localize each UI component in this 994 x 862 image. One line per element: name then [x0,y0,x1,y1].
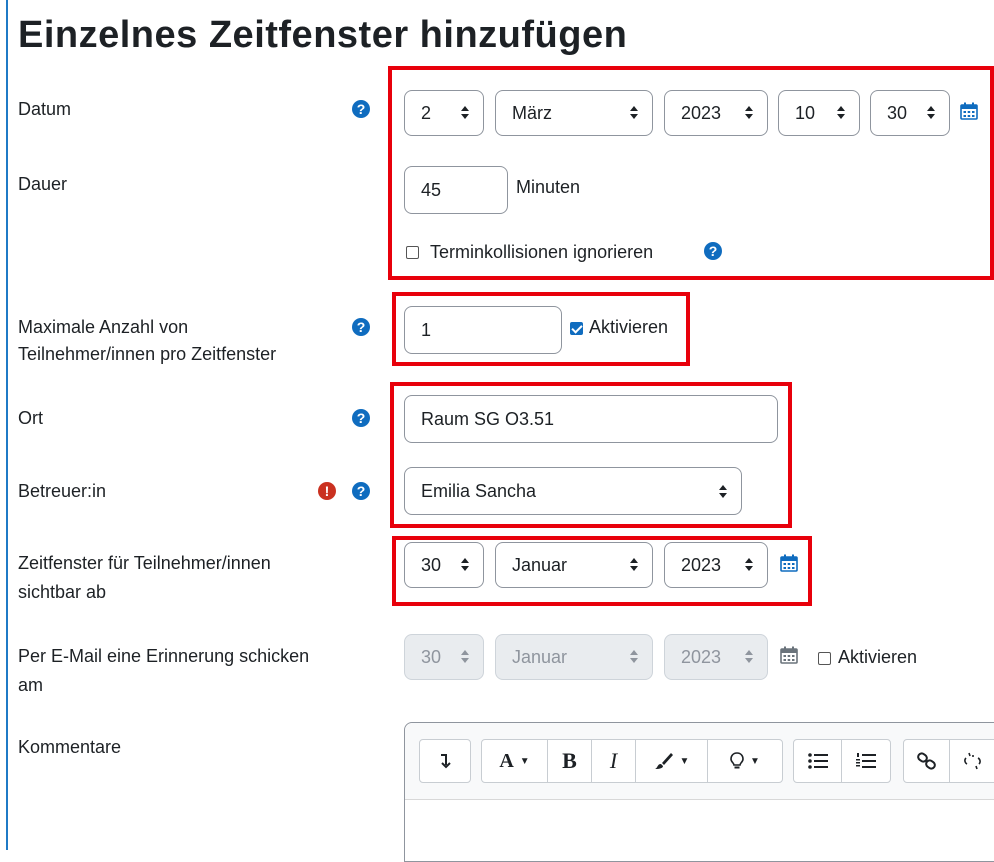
visible-from-year-select[interactable]: 2023 [664,542,768,588]
max-participants-enable-label: Aktivieren [589,317,669,337]
date-minute-select[interactable]: 30 [870,90,950,136]
unlink-button[interactable] [950,740,994,782]
font-color-button[interactable]: A ▼ [482,740,548,782]
max-participants-label-line1: Maximale Anzahl von [18,317,189,337]
ignore-conflicts-help-icon[interactable]: ? [704,242,722,260]
required-icon: ! [318,482,336,500]
date-label: Datum [18,99,72,119]
unordered-list-icon [807,753,828,769]
toolbar-group-collapse [419,739,471,783]
ignore-conflicts-checkbox[interactable] [406,246,419,259]
reminder-month-select[interactable]: Januar [495,634,653,680]
visible-from-label-line2: sichtbar ab [18,582,107,602]
reminder-label-line1: Per E-Mail eine Erinnerung schicken [18,646,310,666]
chevron-updown-icon [461,557,469,573]
link-icon [916,752,936,770]
chevron-updown-icon [745,557,753,573]
location-label: Ort [18,408,43,428]
max-participants-label-line2: Teilnehmer/innen pro Zeitfenster [18,344,277,364]
max-participants-input[interactable]: 1 [404,306,562,354]
editor-toolbar: A ▼ B I ▼ ▼ [405,723,994,800]
visible-from-month-select[interactable]: Januar [495,542,653,588]
reminder-year-select[interactable]: 2023 [664,634,768,680]
max-participants-enable-checkbox[interactable] [570,322,583,335]
calendar-icon[interactable] [780,646,798,664]
toolbar-group-lists [793,739,891,783]
page-left-edge [6,0,8,850]
date-month-select[interactable]: März [495,90,653,136]
chevron-updown-icon [745,649,753,665]
ignore-conflicts-label: Terminkollisionen ignorieren [430,242,654,262]
unordered-list-button[interactable] [794,740,842,782]
chevron-updown-icon [630,557,638,573]
chevron-updown-icon [461,649,469,665]
calendar-icon[interactable] [780,554,798,572]
comments-editor[interactable]: A ▼ B I ▼ ▼ [404,722,994,862]
collapse-toolbar-button[interactable] [420,740,470,782]
toolbar-group-format: A ▼ B I ▼ ▼ [481,739,783,783]
page-title: Einzelnes Zeitfenster hinzufügen [18,14,628,56]
calendar-icon[interactable] [960,102,978,120]
unlink-icon [964,752,981,770]
caret-down-icon: ▼ [750,755,760,767]
chevron-updown-icon [837,105,845,121]
chevron-updown-icon [630,649,638,665]
paintbrush-icon [654,753,673,769]
date-hour-select[interactable]: 10 [778,90,860,136]
supervisor-label: Betreuer:in [18,481,107,501]
chevron-updown-icon [745,105,753,121]
visible-from-label-line1: Zeitfenster für Teilnehmer/innen [18,553,271,573]
chevron-updown-icon [461,105,469,121]
link-button[interactable] [904,740,950,782]
reminder-enable-label: Aktivieren [838,647,918,667]
reminder-enable-checkbox[interactable] [818,652,831,665]
lightbulb-icon [730,752,744,769]
duration-input[interactable]: 45 [404,166,508,214]
arrow-down-icon [441,754,451,769]
styles-button[interactable]: ▼ [708,740,782,782]
date-day-select[interactable]: 2 [404,90,484,136]
chevron-updown-icon [630,105,638,121]
chevron-updown-icon [719,484,727,500]
bold-button[interactable]: B [548,740,592,782]
ordered-list-button[interactable] [842,740,890,782]
chevron-updown-icon [927,105,935,121]
visible-from-day-select[interactable]: 30 [404,542,484,588]
duration-unit: Minuten [516,177,581,197]
caret-down-icon: ▼ [679,755,690,767]
duration-label: Dauer [18,174,68,194]
date-year-select[interactable]: 2023 [664,90,768,136]
italic-button[interactable]: I [592,740,636,782]
caret-down-icon: ▼ [519,755,530,767]
reminder-day-select[interactable]: 30 [404,634,484,680]
reminder-label-line2: am [18,675,44,695]
date-help-icon[interactable]: ? [352,100,370,118]
location-help-icon[interactable]: ? [352,409,370,427]
location-input[interactable]: Raum SG O3.51 [404,395,778,443]
supervisor-select[interactable]: Emilia Sancha [404,467,742,515]
supervisor-help-icon[interactable]: ? [352,482,370,500]
toolbar-group-links [903,739,994,783]
comments-label: Kommentare [18,737,122,757]
brush-button[interactable]: ▼ [636,740,708,782]
max-participants-help-icon[interactable]: ? [352,318,370,336]
ordered-list-icon [856,753,876,768]
